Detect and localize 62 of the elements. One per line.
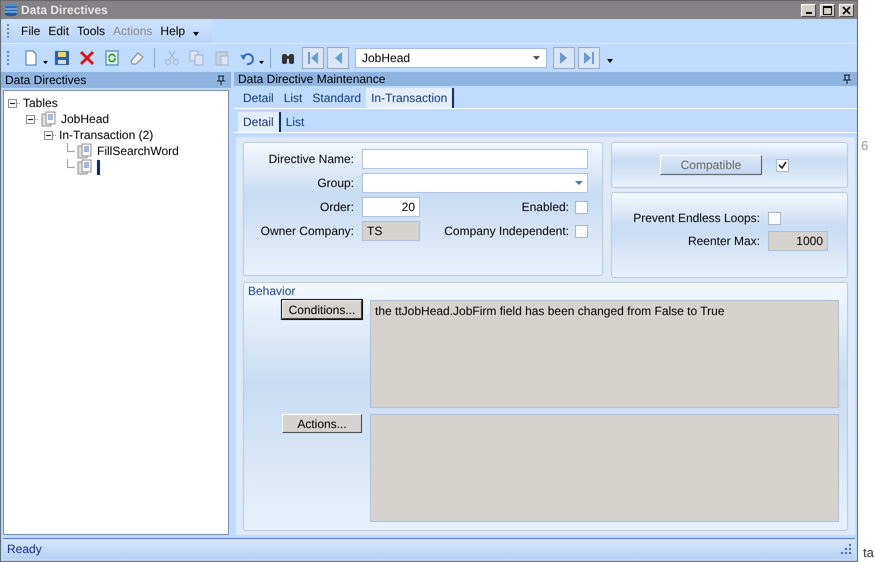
overflow-caret-icon[interactable]: [607, 59, 613, 63]
dropdown-arrow-icon[interactable]: [533, 56, 540, 60]
tab[interactable]: Standard: [307, 88, 366, 108]
tree-item[interactable]: Tables: [23, 96, 58, 110]
actions-button[interactable]: Actions...: [282, 414, 362, 433]
status-text: Ready: [7, 542, 42, 556]
resize-grip-icon[interactable]: [841, 544, 851, 554]
panel-title: Data Directive Maintenance: [238, 72, 386, 86]
app-icon: [4, 3, 18, 17]
field-label: Group:: [316, 176, 355, 190]
background-text: ta: [863, 545, 874, 560]
field-label: Company Independent:: [444, 224, 569, 238]
tab[interactable]: Detail: [238, 112, 281, 132]
field-label: Order:: [318, 200, 355, 214]
menu-item[interactable]: File: [17, 24, 44, 38]
owner-company-field: TS: [362, 221, 420, 241]
dropdown-arrow-icon[interactable]: [575, 181, 583, 185]
order-field[interactable]: 20: [362, 197, 420, 217]
compatible-checkbox[interactable]: [776, 158, 789, 172]
dropdown-caret-icon[interactable]: [259, 60, 264, 64]
compatible-button[interactable]: Compatible: [660, 155, 762, 175]
company-independent-checkbox[interactable]: [575, 224, 588, 238]
close-icon: [842, 6, 851, 14]
field-label: Reenter Max:: [686, 234, 761, 248]
prev-icon[interactable]: [327, 47, 349, 69]
overflow-caret-icon[interactable]: [193, 32, 200, 36]
menu-item[interactable]: Edit: [44, 24, 74, 38]
conditions-text-area: the ttJobHead.JobFirm field has been changed from False to True: [370, 300, 839, 408]
reenter-max-field: 1000: [768, 231, 828, 251]
enabled-checkbox[interactable]: [575, 200, 588, 214]
pin-icon[interactable]: [217, 75, 225, 85]
record-combo[interactable]: JobHead: [355, 48, 547, 68]
field-label: Enabled:: [522, 200, 569, 214]
tab[interactable]: In-Transaction: [366, 88, 454, 108]
menu-item[interactable]: Tools: [73, 24, 110, 38]
background-text: 6: [861, 138, 868, 153]
tree-item[interactable]: JobHead: [61, 112, 110, 126]
tab[interactable]: List: [278, 88, 308, 108]
tree-item[interactable]: FillSearchWord: [97, 144, 179, 158]
pin-icon[interactable]: [843, 74, 851, 84]
directive-name-field[interactable]: [362, 149, 588, 169]
panel-title: Data Directives: [5, 73, 86, 87]
conditions-button[interactable]: Conditions...: [282, 300, 362, 319]
field-label: Owner Company:: [260, 224, 355, 238]
prevent-loops-checkbox[interactable]: [768, 212, 781, 224]
dropdown-caret-icon[interactable]: [43, 60, 48, 64]
collapse-toggle-icon[interactable]: [8, 98, 21, 108]
collapse-toggle-icon[interactable]: [44, 130, 57, 140]
last-icon[interactable]: [578, 47, 600, 69]
window-title: Data Directives: [21, 3, 108, 17]
field-label: Directive Name:: [268, 152, 355, 166]
next-icon[interactable]: [553, 47, 575, 69]
close-button[interactable]: [839, 4, 854, 16]
tree-item[interactable]: In-Transaction (2): [59, 128, 154, 142]
collapse-toggle-icon[interactable]: [26, 114, 39, 124]
tab[interactable]: Detail: [238, 88, 279, 108]
tab[interactable]: List: [280, 112, 310, 132]
group-title: Behavior: [248, 284, 296, 298]
menu-item[interactable]: Help: [156, 24, 190, 38]
field-label: Prevent Endless Loops:: [632, 211, 761, 225]
maximize-button[interactable]: [820, 4, 835, 16]
minimize-button[interactable]: [801, 4, 816, 16]
